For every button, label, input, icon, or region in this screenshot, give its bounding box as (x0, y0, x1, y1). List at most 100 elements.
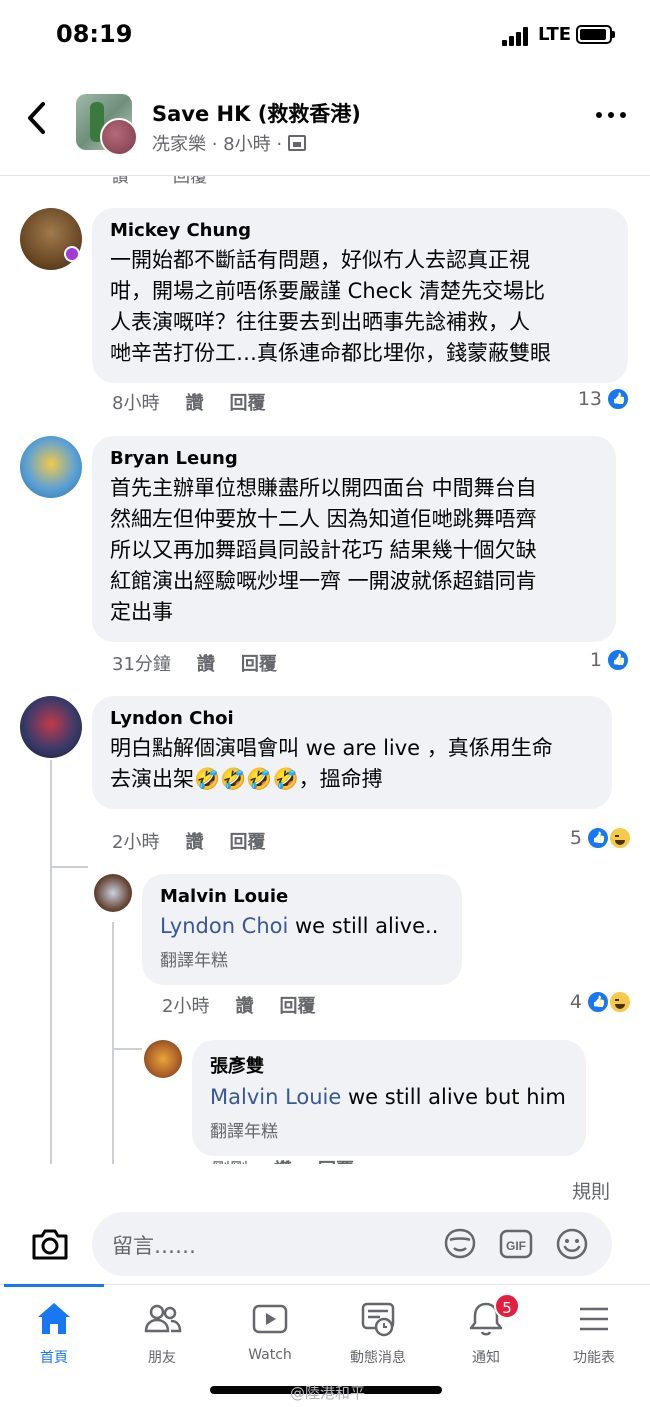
comment-bubble: Mickey Chung 一開始都不斷話有問題，好似冇人去認真正視 咁，開場之前… (92, 208, 628, 383)
previous-comment-meta: 讚 回覆 (112, 176, 207, 187)
tab-notifications[interactable]: 5 通知 (436, 1293, 536, 1367)
avatar-sticker-icon[interactable] (442, 1226, 478, 1262)
reaction-summary[interactable]: 4 (570, 990, 632, 1014)
rules-link[interactable]: 規則 (572, 1177, 610, 1204)
comment-time: 31分鐘 (112, 654, 171, 675)
svg-text:GIF: GIF (506, 1239, 526, 1253)
reply-link[interactable]: 回覆 (241, 650, 277, 676)
signal-icon (502, 26, 532, 46)
feed-icon (361, 1302, 395, 1337)
like-reaction-icon (586, 990, 610, 1014)
comment-time: 8小時 (112, 393, 160, 414)
gif-icon[interactable]: GIF (498, 1226, 534, 1262)
comment-bubble: 張彥雙 Malvin Louie we still alive but him … (192, 1040, 586, 1156)
tab-watch[interactable]: Watch (220, 1299, 320, 1363)
commenter-name[interactable]: Malvin Louie (160, 886, 444, 907)
like-link[interactable]: 讚 (274, 1156, 292, 1164)
status-bar: 08:19 LTE (0, 0, 650, 72)
reply-link[interactable]: 回覆 (229, 389, 265, 415)
comment-bubble: Malvin Louie Lyndon Choi we still alive.… (142, 874, 462, 985)
translate-link[interactable]: 翻譯年糕 (160, 946, 444, 971)
chevron-left-icon (28, 102, 45, 134)
reaction-summary[interactable]: 1 (590, 648, 630, 672)
comment-text: Malvin Louie we still alive but him (210, 1085, 566, 1109)
comment-time: 2小時 (162, 996, 210, 1017)
reaction-summary[interactable]: 5 (570, 826, 632, 850)
more-options-button[interactable] (596, 112, 626, 122)
menu-icon (580, 1307, 608, 1331)
home-icon (38, 1303, 70, 1334)
status-time: 08:19 (56, 20, 133, 48)
tab-feed[interactable]: 動態消息 (328, 1299, 428, 1367)
reaction-count: 5 (569, 827, 582, 849)
like-link[interactable]: 讚 (112, 176, 129, 187)
thread-line (50, 760, 52, 1164)
camera-icon (32, 1229, 68, 1260)
commenter-name[interactable]: Bryan Leung (110, 448, 598, 469)
notification-badge: 5 (494, 1293, 520, 1319)
comment-placeholder: 留言…… (112, 1234, 196, 1258)
reply-link[interactable]: 回覆 (173, 176, 207, 187)
tab-home[interactable]: 首頁 (4, 1299, 104, 1367)
tab-friends[interactable]: 朋友 (112, 1299, 212, 1367)
avatar[interactable] (20, 436, 82, 498)
reply-link[interactable]: 回覆 (229, 828, 265, 854)
reaction-summary[interactable]: 13 (578, 387, 630, 411)
back-button[interactable] (22, 100, 58, 140)
like-reaction-icon (586, 826, 610, 850)
mention-link[interactable]: Lyndon Choi (160, 914, 288, 938)
haha-reaction-icon (608, 826, 632, 850)
avatar[interactable] (144, 1040, 182, 1078)
like-link[interactable]: 讚 (197, 650, 215, 676)
comment-text: 明白點解個演唱會叫 we are live ，真係用生命 去演出架🤣🤣🤣🤣，搵命… (110, 736, 553, 791)
comment-actions: 31分鐘 讚 回覆 (112, 650, 303, 676)
comment-actions: 8小時 讚 回覆 (112, 389, 291, 415)
post-meta: 冼家樂 · 8小時 · (152, 130, 307, 156)
watch-icon (252, 1304, 288, 1334)
tab-label: 朋友 (148, 1350, 176, 1366)
audience-icon (288, 135, 307, 151)
tab-label: 動態消息 (350, 1350, 406, 1366)
comment-composer: 留言…… GIF (0, 1206, 650, 1286)
comment-bubble: Bryan Leung 首先主辦單位想賺盡所以開四面台 中間舞台自 然細左但仲要… (92, 436, 616, 642)
friends-icon (144, 1304, 182, 1333)
comment-actions: 2小時 讚 回覆 (162, 992, 341, 1018)
avatar-badge (64, 246, 80, 262)
like-link[interactable]: 讚 (235, 992, 253, 1018)
thread-connector (112, 1048, 142, 1050)
comment-text: Lyndon Choi we still alive.. (160, 914, 439, 938)
tab-label: 首頁 (40, 1350, 68, 1366)
translate-link[interactable]: 翻譯年糕 (210, 1117, 568, 1142)
comment-time: 2小時 (112, 832, 160, 853)
thread-line (112, 922, 114, 1164)
avatar[interactable] (94, 874, 132, 912)
watermark: @陸港和平 (290, 1384, 366, 1402)
comment-actions: 2小時 讚 回覆 (112, 828, 291, 854)
thread-connector (50, 866, 88, 868)
post-header: Save HK (救救香港) 冼家樂 · 8小時 · (0, 72, 650, 176)
author-avatar[interactable] (100, 118, 138, 156)
comment-text: 一開始都不斷話有問題，好似冇人去認真正視 咁，開場之前唔係要嚴謹 Check 清… (110, 248, 551, 365)
comment-input[interactable]: 留言…… GIF (92, 1212, 612, 1276)
tab-label: Watch (248, 1347, 292, 1363)
tab-label: 通知 (472, 1350, 500, 1366)
like-link[interactable]: 讚 (185, 828, 203, 854)
reply-link[interactable]: 回覆 (318, 1156, 354, 1164)
reply-link[interactable]: 回覆 (279, 992, 315, 1018)
group-title[interactable]: Save HK (救救香港) (152, 98, 361, 128)
like-link[interactable]: 讚 (185, 389, 203, 415)
mention-link[interactable]: Malvin Louie (210, 1085, 341, 1109)
like-reaction-icon (606, 648, 630, 672)
comment-actions: 剛剛 讚 回覆 (212, 1156, 380, 1164)
tab-menu[interactable]: 功能表 (544, 1299, 644, 1367)
camera-button[interactable] (30, 1224, 70, 1264)
network-label: LTE (538, 24, 572, 45)
commenter-name[interactable]: Lyndon Choi (110, 708, 594, 729)
post-author-time: 冼家樂 · 8小時 · (152, 134, 283, 155)
avatar[interactable] (20, 696, 82, 758)
battery-icon (576, 25, 615, 44)
comment-text: 首先主辦單位想賺盡所以開四面台 中間舞台自 然細左但仲要放十二人 因為知道佢哋跳… (110, 476, 537, 624)
commenter-name[interactable]: Mickey Chung (110, 220, 610, 241)
emoji-icon[interactable] (554, 1226, 590, 1262)
commenter-name[interactable]: 張彥雙 (210, 1052, 568, 1078)
